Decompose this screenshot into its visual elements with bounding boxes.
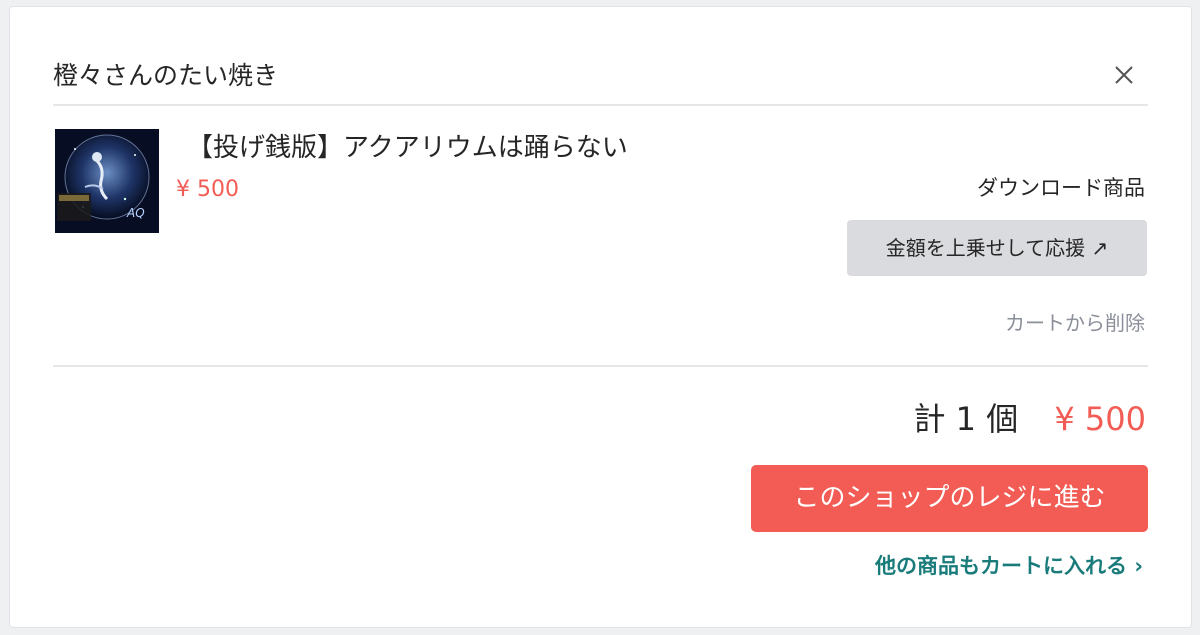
product-price: ¥ 500 (176, 177, 239, 202)
shop-name: 橙々さんのたい焼き (53, 61, 279, 90)
product-type-label: ダウンロード商品 (977, 176, 1145, 200)
close-icon (1115, 66, 1133, 84)
close-button[interactable] (1110, 61, 1138, 89)
divider (53, 365, 1148, 367)
item-count: 計 1 個 (913, 400, 1019, 438)
continue-shopping-link[interactable]: 他の商品もカートに入れる › (875, 551, 1143, 581)
cart-header: 橙々さんのたい焼き (53, 51, 1148, 106)
checkout-button[interactable]: このショップのレジに進む (751, 465, 1148, 532)
product-thumbnail[interactable]: AQ (55, 129, 159, 233)
product-artwork: AQ (55, 129, 159, 233)
svg-text:AQ: AQ (126, 206, 145, 220)
product-title[interactable]: 【投げ銭版】アクアリウムは踊らない (187, 131, 628, 165)
total-price: ¥ 500 (1054, 400, 1146, 438)
cart-total: 計 1 個 ¥ 500 (914, 397, 1147, 441)
boost-amount-button[interactable]: 金額を上乗せして応援 ↗ (847, 220, 1147, 276)
remove-from-cart-link[interactable]: カートから削除 (1005, 308, 1145, 338)
cart-dialog: 橙々さんのたい焼き AQ 【投げ銭版】アクアリウムは踊らない ¥ 500 ダウン… (9, 6, 1192, 628)
